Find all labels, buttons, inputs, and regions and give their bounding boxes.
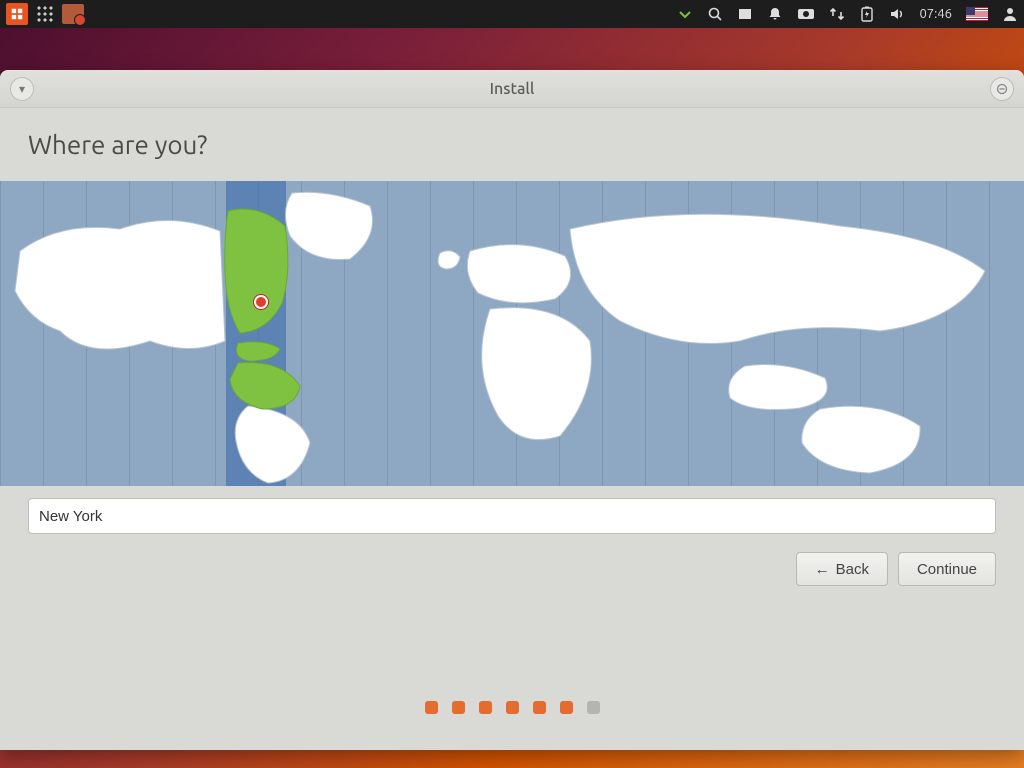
installer-tray-icon[interactable] (62, 4, 84, 24)
world-map-svg (0, 181, 1024, 486)
window-title: Install (34, 80, 990, 98)
timezone-map[interactable] (0, 181, 1024, 486)
bell-icon[interactable] (767, 6, 783, 22)
apps-grid-icon[interactable] (36, 5, 54, 23)
camera-icon[interactable] (797, 6, 815, 22)
progress-dot (587, 701, 600, 714)
progress-dot (479, 701, 492, 714)
continue-button[interactable]: Continue (898, 552, 996, 586)
back-button-label: Back (836, 561, 869, 578)
location-pin[interactable] (254, 295, 268, 309)
clock-text[interactable]: 07:46 (919, 7, 952, 21)
search-icon[interactable] (707, 6, 723, 22)
progress-dot (506, 701, 519, 714)
progress-dot (425, 701, 438, 714)
battery-icon[interactable] (859, 6, 875, 22)
location-input[interactable] (28, 498, 996, 534)
arrow-left-icon: ← (815, 561, 830, 578)
chevron-down-icon[interactable] (677, 6, 693, 22)
installer-window: ▾ Install Where are you? (0, 70, 1024, 750)
workspace-icon[interactable] (737, 6, 753, 22)
progress-dot (560, 701, 573, 714)
window-menu-button[interactable]: ▾ (10, 77, 34, 101)
window-minimize-button[interactable] (990, 77, 1014, 101)
continue-button-label: Continue (917, 561, 977, 578)
network-updown-icon[interactable] (829, 6, 845, 22)
top-panel: 07:46 (0, 0, 1024, 28)
progress-dot (533, 701, 546, 714)
back-button[interactable]: ← Back (796, 552, 888, 586)
volume-icon[interactable] (889, 6, 905, 22)
user-icon[interactable] (1002, 6, 1018, 22)
launcher-icon[interactable] (6, 3, 28, 25)
window-titlebar[interactable]: ▾ Install (0, 70, 1024, 108)
progress-dot (452, 701, 465, 714)
keyboard-layout-flag-us[interactable] (966, 7, 988, 21)
page-heading: Where are you? (28, 130, 996, 159)
progress-dots (0, 701, 1024, 750)
